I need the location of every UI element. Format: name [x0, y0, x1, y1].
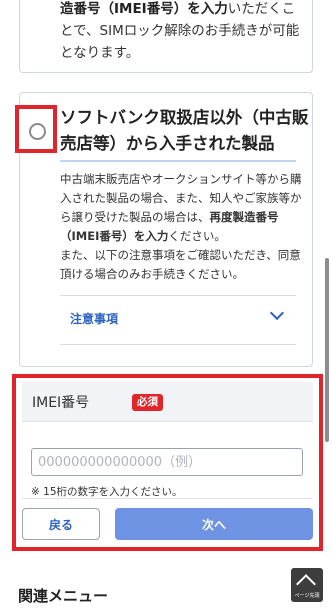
notes-accordion-toggle[interactable]: 注意事項: [60, 296, 296, 344]
title-divider: [60, 160, 296, 162]
chevron-up-icon: [296, 574, 316, 594]
radio-highlight[interactable]: [15, 105, 57, 153]
notes-divider-bottom: [60, 344, 296, 345]
next-button[interactable]: 次へ: [115, 508, 313, 540]
scrollbar[interactable]: [325, 258, 329, 442]
imei-note: ※ 15桁の数字を入力ください。: [31, 486, 183, 498]
imei-header: IMEI番号 必須: [22, 382, 313, 422]
imei-form-panel: IMEI番号 必須 ※ 15桁の数字を入力ください。 戻る 次へ: [12, 374, 323, 551]
chevron-down-icon: [269, 305, 285, 321]
radio-button[interactable]: [29, 123, 46, 140]
imei-label: IMEI番号: [32, 395, 90, 411]
imei-body: ※ 15桁の数字を入力ください。: [16, 422, 319, 502]
option-title: ソフトバンク取扱店以外（中古販売店等）から入手された製品: [60, 108, 309, 153]
page-top-button[interactable]: ページ先頭: [291, 568, 323, 602]
required-badge: 必須: [132, 394, 163, 411]
related-menu-heading: 関連メニュー: [18, 587, 109, 605]
page-top-label: ページ先頭: [294, 593, 320, 599]
back-button[interactable]: 戻る: [22, 508, 100, 540]
form-divider: [22, 498, 313, 499]
option-card-top-text: 造番号（IMEI番号）を入力いただくことで、SIMロック解除のお手続きが可能とな…: [60, 1, 300, 61]
notes-label: 注意事項: [70, 312, 119, 326]
option-description: 中古端末販売店やオークションサイト等から購入された製品の場合、また、知人やご家族…: [60, 172, 302, 281]
option-card-top: 造番号（IMEI番号）を入力いただくことで、SIMロック解除のお手続きが可能とな…: [19, 0, 313, 73]
imei-input[interactable]: [31, 448, 303, 476]
